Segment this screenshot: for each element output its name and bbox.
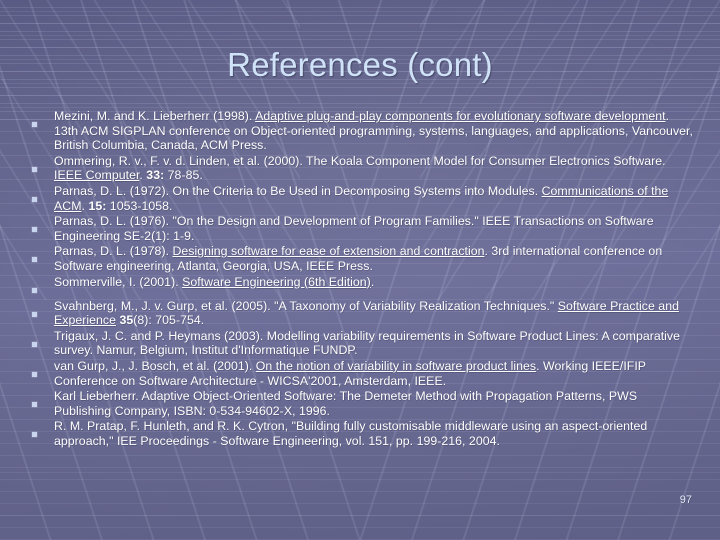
- reference-text: Ommering, R. v., F. v. d. Linden, et al.…: [54, 154, 696, 183]
- reference-text-segment: Parnas, D. L. (1976). "On the Design and…: [54, 214, 654, 243]
- reference-text-segment: Mezini, M. and K. Lieberherr (1998).: [54, 109, 256, 123]
- square-bullet-icon: [32, 154, 54, 177]
- reference-text-segment: .: [370, 274, 375, 289]
- reference-text: Parnas, D. L. (1972). On the Criteria to…: [54, 184, 696, 213]
- reference-text-segment: van Gurp, J., J. Bosch, et al. (2001).: [54, 358, 256, 373]
- reference-text: Svahnberg, M., J. v. Gurp, et al. (2005)…: [54, 299, 696, 328]
- reference-text-segment: 1053-1058.: [106, 198, 173, 213]
- reference-item: Ommering, R. v., F. v. d. Linden, et al.…: [32, 154, 696, 183]
- reference-item: R. M. Pratap, F. Hunleth, and R. K. Cytr…: [32, 419, 696, 448]
- reference-text-segment: Parnas, D. L. (1972). On the Criteria to…: [54, 183, 542, 198]
- reference-text-segment: Trigaux, J. C. and P. Heymans (2003). Mo…: [54, 328, 681, 358]
- reference-item: Trigaux, J. C. and P. Heymans (2003). Mo…: [32, 329, 696, 358]
- reference-text-segment: Ommering, R. v., F. v. d. Linden, et al.…: [54, 153, 666, 168]
- reference-item: Karl Lieberherr. Adaptive Object-Oriente…: [32, 389, 696, 418]
- reference-item: van Gurp, J., J. Bosch, et al. (2001). O…: [32, 359, 696, 388]
- reference-list: Mezini, M. and K. Lieberherr (1998). Ada…: [32, 109, 696, 449]
- square-bullet-icon: [32, 109, 54, 132]
- square-bullet-icon: [32, 419, 54, 442]
- reference-text-segment: Designing software for ease of extension…: [172, 244, 485, 259]
- square-bullet-icon: [32, 275, 54, 298]
- reference-item: Parnas, D. L. (1976). "On the Design and…: [32, 214, 696, 243]
- square-bullet-icon: [32, 214, 54, 237]
- reference-item: Parnas, D. L. (1972). On the Criteria to…: [32, 184, 696, 213]
- reference-text: R. M. Pratap, F. Hunleth, and R. K. Cytr…: [54, 419, 696, 448]
- reference-item: Svahnberg, M., J. v. Gurp, et al. (2005)…: [32, 299, 696, 328]
- square-bullet-icon: [32, 389, 54, 412]
- reference-text-segment: R. M. Pratap, F. Hunleth, and R. K. Cytr…: [54, 419, 648, 448]
- slide-canvas: References (cont) Mezini, M. and K. Lieb…: [0, 0, 720, 540]
- reference-text: Parnas, D. L. (1978). Designing software…: [54, 244, 696, 273]
- square-bullet-icon: [32, 244, 54, 267]
- reference-text-segment: Karl Lieberherr. Adaptive Object-Oriente…: [54, 389, 638, 418]
- reference-text-segment: Parnas, D. L. (1978).: [54, 244, 173, 259]
- reference-text-segment: Svahnberg, M., J. v. Gurp, et al. (2005)…: [54, 298, 558, 313]
- reference-text: Parnas, D. L. (1976). "On the Design and…: [54, 214, 696, 243]
- square-bullet-icon: [32, 184, 54, 207]
- reference-item: Mezini, M. and K. Lieberherr (1998). Ada…: [32, 109, 696, 153]
- reference-text-segment: 15:: [88, 198, 107, 213]
- reference-text-segment: 78-85.: [164, 168, 203, 183]
- reference-item: Parnas, D. L. (1978). Designing software…: [32, 244, 696, 273]
- reference-text: Sommerville, I. (2001). Software Enginee…: [54, 275, 696, 290]
- reference-text: Karl Lieberherr. Adaptive Object-Oriente…: [54, 389, 696, 418]
- reference-text-segment: 33:: [146, 168, 165, 183]
- reference-item: Sommerville, I. (2001). Software Enginee…: [32, 275, 696, 298]
- reference-text-segment: IEEE Computer: [54, 168, 140, 183]
- page-number: 97: [679, 494, 692, 506]
- reference-text: van Gurp, J., J. Bosch, et al. (2001). O…: [54, 359, 696, 388]
- reference-text-segment: 35: [119, 313, 134, 328]
- page-title: References (cont): [227, 46, 493, 83]
- reference-text-segment: Software Engineering (6th Edition): [182, 274, 371, 289]
- square-bullet-icon: [32, 329, 54, 352]
- reference-text-segment: Sommerville, I. (2001).: [54, 274, 183, 289]
- square-bullet-icon: [32, 359, 54, 382]
- reference-text-segment: (8): 705-754.: [133, 313, 205, 328]
- reference-text-segment: On the notion of variability in software…: [255, 358, 537, 373]
- reference-text-segment: Adaptive plug-and-play components for ev…: [255, 109, 666, 123]
- square-bullet-icon: [32, 299, 54, 322]
- reference-text: Mezini, M. and K. Lieberherr (1998). Ada…: [54, 109, 696, 153]
- reference-text: Trigaux, J. C. and P. Heymans (2003). Mo…: [54, 329, 696, 358]
